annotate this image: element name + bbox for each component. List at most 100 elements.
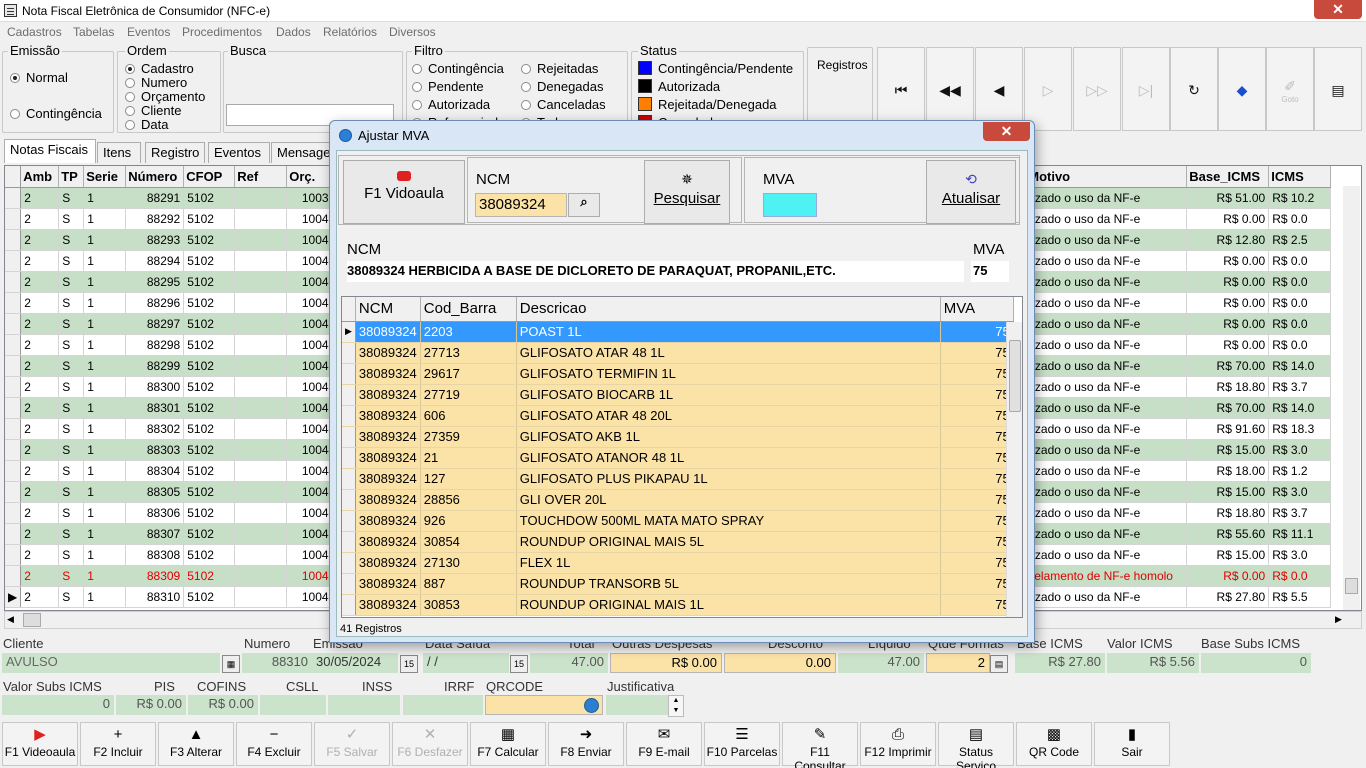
mva-row[interactable]: 38089324 127 GLIFOSATO PLUS PIKAPAU 1L 75 xyxy=(342,468,1014,490)
numero-field[interactable]: 88310 xyxy=(242,653,312,673)
cliente-field[interactable]: AVULSO xyxy=(2,653,220,673)
menu-relatorios[interactable]: Relatórios xyxy=(323,25,377,39)
justificativa-field[interactable] xyxy=(606,695,668,715)
fkey-button-9[interactable]: ☰ F10 Parcelas xyxy=(704,722,780,766)
filtro-autorizada-radio[interactable]: Autorizada xyxy=(412,97,490,112)
outras-despesas-field[interactable]: R$ 0.00 xyxy=(610,653,722,673)
liquido-field[interactable]: 47.00 xyxy=(838,653,924,673)
refresh-button[interactable]: ↻ xyxy=(1170,47,1218,131)
ordem-cliente-radio[interactable]: Cliente xyxy=(125,103,181,118)
mva-row[interactable]: 38089324 29617 GLIFOSATO TERMIFIN 1L 75 xyxy=(342,363,1014,385)
irrf-field[interactable] xyxy=(403,695,483,715)
tab-itens[interactable]: Itens xyxy=(97,142,141,163)
base-icms-field[interactable]: R$ 27.80 xyxy=(1015,653,1105,673)
saida-calendar-icon[interactable]: 15 xyxy=(510,655,528,673)
mva-row[interactable]: 38089324 27719 GLIFOSATO BIOCARB 1L 75 xyxy=(342,384,1014,406)
fkey-button-13[interactable]: ▩ QR Code xyxy=(1016,722,1092,766)
window-close-button[interactable]: ✕ xyxy=(1314,0,1362,19)
ordem-cadastro-radio[interactable]: Cadastro xyxy=(125,61,194,76)
col-ncm-header[interactable]: NCM xyxy=(355,297,421,322)
scroll-right-icon[interactable]: ▶ xyxy=(1335,614,1342,625)
last-record-button[interactable]: ▷| xyxy=(1122,47,1170,131)
mva-input[interactable] xyxy=(763,193,817,217)
mva-grid-scroll-thumb[interactable] xyxy=(1009,340,1021,412)
col-cfop-header[interactable]: CFOP xyxy=(183,166,236,188)
emissao-contingencia-radio[interactable]: Contingência xyxy=(10,106,102,121)
menu-dados[interactable]: Dados xyxy=(276,25,311,39)
col-amb-header[interactable]: Amb xyxy=(20,166,60,188)
ncm-input[interactable]: 38089324 xyxy=(475,193,567,217)
mva-grid-scrollbar[interactable] xyxy=(1006,322,1022,617)
tag-button[interactable]: ◆ xyxy=(1218,47,1266,131)
saida-date-field[interactable]: / / xyxy=(423,653,509,673)
ordem-data-radio[interactable]: Data xyxy=(125,117,168,132)
ordem-orcamento-radio[interactable]: Orçamento xyxy=(125,89,205,104)
justificativa-spinner[interactable]: ▲ ▼ xyxy=(668,695,684,717)
menu-cadastros[interactable]: Cadastros xyxy=(7,25,62,39)
rewind-button[interactable]: ◀◀ xyxy=(926,47,974,131)
mva-row[interactable]: 38089324 27359 GLIFOSATO AKB 1L 75 xyxy=(342,426,1014,448)
col-cod-barra-header[interactable]: Cod_Barra xyxy=(420,297,517,322)
menu-tabelas[interactable]: Tabelas xyxy=(73,25,114,39)
fkey-button-5[interactable]: ✕ F6 Desfazer xyxy=(392,722,468,766)
fkey-button-1[interactable]: + F2 Incluir xyxy=(80,722,156,766)
mva-row[interactable]: 38089324 887 ROUNDUP TRANSORB 5L 75 xyxy=(342,573,1014,595)
col-motivo-header[interactable]: Motivo xyxy=(1022,166,1188,188)
col-numero-header[interactable]: Número xyxy=(125,166,185,188)
grid-scroll-thumb[interactable] xyxy=(1345,578,1358,594)
filtro-canceladas-radio[interactable]: Canceladas xyxy=(521,97,606,112)
csll-field[interactable] xyxy=(260,695,326,715)
valor-subs-icms-field[interactable]: 0 xyxy=(2,695,114,715)
tab-eventos[interactable]: Eventos xyxy=(208,142,270,163)
menu-procedimentos[interactable]: Procedimentos xyxy=(182,25,262,39)
first-record-button[interactable]: ⏮ xyxy=(877,47,925,131)
fkey-button-3[interactable]: − F4 Excluir xyxy=(236,722,312,766)
filtro-denegadas-radio[interactable]: Denegadas xyxy=(521,79,604,94)
grid-hscroll-thumb[interactable] xyxy=(23,613,41,627)
valor-icms-field[interactable]: R$ 5.56 xyxy=(1107,653,1199,673)
mva-row[interactable]: 38089324 926 TOUCHDOW 500ML MATA MATO SPRA… xyxy=(342,510,1014,532)
base-subs-icms-field[interactable]: 0 xyxy=(1201,653,1311,673)
col-tp-header[interactable]: TP xyxy=(58,166,85,188)
emissao-calendar-icon[interactable]: 15 xyxy=(400,655,418,673)
mva-products-grid[interactable]: NCM Cod_Barra Descricao MVA ▶ 38089324 220… xyxy=(341,296,1023,618)
mva-row[interactable]: 38089324 606 GLIFOSATO ATAR 48 20L 75 xyxy=(342,405,1014,427)
emissao-date-field[interactable]: 30/05/2024 xyxy=(312,653,398,673)
fkey-button-6[interactable]: ▦ F7 Calcular xyxy=(470,722,546,766)
emissao-normal-radio[interactable]: Normal xyxy=(10,70,68,85)
col-serie-header[interactable]: Serie xyxy=(83,166,127,188)
scroll-left-icon[interactable]: ◀ xyxy=(7,614,14,625)
notes-button[interactable]: ▤ xyxy=(1314,47,1362,131)
fkey-button-0[interactable]: ▶ F1 Videoaula xyxy=(2,722,78,766)
fkey-button-12[interactable]: ▤ Status Serviço xyxy=(938,722,1014,768)
f1-videoaula-button[interactable]: F1 Vidoaula xyxy=(343,160,465,224)
col-mva-header[interactable]: MVA xyxy=(940,297,1014,322)
filtro-rejeitadas-radio[interactable]: Rejeitadas xyxy=(521,61,598,76)
globe-icon[interactable] xyxy=(584,698,599,713)
desconto-field[interactable]: 0.00 xyxy=(724,653,836,673)
mva-row[interactable]: 38089324 27130 FLEX 1L 75 xyxy=(342,552,1014,574)
tab-notas-fiscais[interactable]: Notas Fiscais xyxy=(4,139,96,163)
menu-diversos[interactable]: Diversos xyxy=(389,25,436,39)
tab-mensagem[interactable]: Mensagem xyxy=(271,142,341,163)
binoculars-search-button[interactable]: ⌕ xyxy=(568,193,600,217)
fkey-button-4[interactable]: ✓ F5 Salvar xyxy=(314,722,390,766)
pis-field[interactable]: R$ 0.00 xyxy=(116,695,186,715)
goto-button[interactable]: ✐ Goto xyxy=(1266,47,1314,131)
cliente-lookup-icon[interactable]: ▦ xyxy=(222,655,240,673)
pesquisar-button[interactable]: ✵ Pesquisar xyxy=(644,160,730,224)
mva-row[interactable]: 38089324 27713 GLIFOSATO ATAR 48 1L 75 xyxy=(342,342,1014,364)
mva-row[interactable]: 38089324 21 GLIFOSATO ATANOR 48 1L 75 xyxy=(342,447,1014,469)
formas-pagamento-icon[interactable]: ▤ xyxy=(990,655,1008,673)
col-icms-header[interactable]: ICMS xyxy=(1268,166,1332,188)
fkey-button-11[interactable]: ⎙ F12 Imprimir xyxy=(860,722,936,766)
filtro-pendente-radio[interactable]: Pendente xyxy=(412,79,484,94)
mva-row[interactable]: 38089324 28856 GLI OVER 20L 75 xyxy=(342,489,1014,511)
fkey-button-2[interactable]: ▲ F3 Alterar xyxy=(158,722,234,766)
total-field[interactable]: 47.00 xyxy=(530,653,608,673)
col-base-icms-header[interactable]: Base_ICMS xyxy=(1186,166,1270,188)
fkey-button-10[interactable]: ✎ F11 Consultar xyxy=(782,722,858,768)
mva-row[interactable]: 38089324 30854 ROUNDUP ORIGINAL MAIS 5L 75 xyxy=(342,531,1014,553)
fast-forward-button[interactable]: ▷▷ xyxy=(1073,47,1121,131)
fkey-button-14[interactable]: ▮ Sair xyxy=(1094,722,1170,766)
